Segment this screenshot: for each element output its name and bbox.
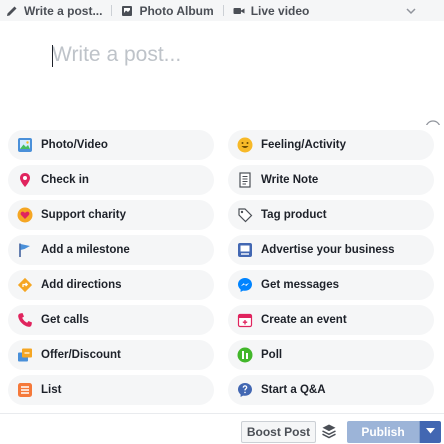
option-label: Check in — [41, 174, 89, 186]
calendar-icon — [236, 311, 254, 329]
option-add-milestone[interactable]: Add a milestone — [8, 235, 214, 265]
video-camera-icon — [233, 5, 245, 17]
list-icon — [16, 381, 34, 399]
option-add-directions[interactable]: Add directions — [8, 270, 214, 300]
option-label: Advertise your business — [261, 244, 395, 256]
option-label: Tag product — [261, 209, 327, 221]
directions-icon — [16, 276, 34, 294]
option-offer-discount[interactable]: Offer/Discount — [8, 340, 214, 370]
caret-down-icon — [426, 428, 435, 434]
publish-button[interactable]: Publish — [347, 421, 419, 443]
option-label: Poll — [261, 349, 283, 361]
option-label: Write Note — [261, 174, 319, 186]
tab-photo-album[interactable]: Photo Album — [121, 0, 214, 21]
option-list[interactable]: List — [8, 375, 214, 405]
boost-post-button[interactable]: Boost Post — [241, 421, 316, 443]
publish-options-button[interactable] — [419, 421, 441, 443]
tab-divider — [222, 5, 224, 16]
location-pin-icon — [16, 171, 34, 189]
offer-icon — [16, 346, 34, 364]
tab-write-post[interactable]: Write a post... — [6, 0, 102, 21]
option-label: Add a milestone — [41, 244, 130, 256]
option-label: Create an event — [261, 314, 347, 326]
messenger-icon — [236, 276, 254, 294]
option-get-messages[interactable]: Get messages — [228, 270, 434, 300]
option-label: Start a Q&A — [261, 384, 326, 396]
poll-icon — [236, 346, 254, 364]
note-icon — [236, 171, 254, 189]
smiley-icon — [236, 136, 254, 154]
option-label: Get messages — [261, 279, 339, 291]
option-write-note[interactable]: Write Note — [228, 165, 434, 195]
pencil-icon — [6, 5, 18, 17]
tag-icon — [236, 206, 254, 224]
question-icon — [236, 381, 254, 399]
photo-album-icon — [121, 5, 133, 17]
flag-icon — [16, 241, 34, 259]
post-options: Photo/Video Feeling/Activity Check in Wr… — [0, 125, 444, 413]
option-create-event[interactable]: Create an event — [228, 305, 434, 335]
option-label: Offer/Discount — [41, 349, 121, 361]
option-label: Photo/Video — [41, 139, 108, 151]
charity-icon — [16, 206, 34, 224]
composer-tabs: Write a post... Photo Album Live video — [0, 0, 444, 21]
tab-live-video[interactable]: Live video — [233, 0, 310, 21]
photo-video-icon — [16, 136, 34, 154]
advertise-icon — [236, 241, 254, 259]
phone-icon — [16, 311, 34, 329]
option-get-calls[interactable]: Get calls — [8, 305, 214, 335]
option-photo-video[interactable]: Photo/Video — [8, 130, 214, 160]
option-advertise-business[interactable]: Advertise your business — [228, 235, 434, 265]
option-start-qa[interactable]: Start a Q&A — [228, 375, 434, 405]
option-support-charity[interactable]: Support charity — [8, 200, 214, 230]
option-poll[interactable]: Poll — [228, 340, 434, 370]
option-label: Support charity — [41, 209, 126, 221]
tab-label: Write a post... — [24, 3, 103, 18]
post-composer — [0, 21, 444, 136]
post-text-input[interactable] — [52, 37, 412, 73]
option-label: Get calls — [41, 314, 89, 326]
text-caret — [52, 45, 53, 67]
chevron-down-icon[interactable] — [406, 5, 416, 15]
tab-divider — [111, 5, 113, 16]
option-tag-product[interactable]: Tag product — [228, 200, 434, 230]
option-feeling-activity[interactable]: Feeling/Activity — [228, 130, 434, 160]
layers-icon[interactable] — [321, 423, 337, 439]
option-label: List — [41, 384, 62, 396]
tab-label: Live video — [250, 3, 310, 18]
option-check-in[interactable]: Check in — [8, 165, 214, 195]
tab-label: Photo Album — [139, 3, 214, 18]
composer-footer: Boost Post Publish — [0, 413, 444, 444]
option-label: Feeling/Activity — [261, 139, 346, 151]
option-label: Add directions — [41, 279, 122, 291]
